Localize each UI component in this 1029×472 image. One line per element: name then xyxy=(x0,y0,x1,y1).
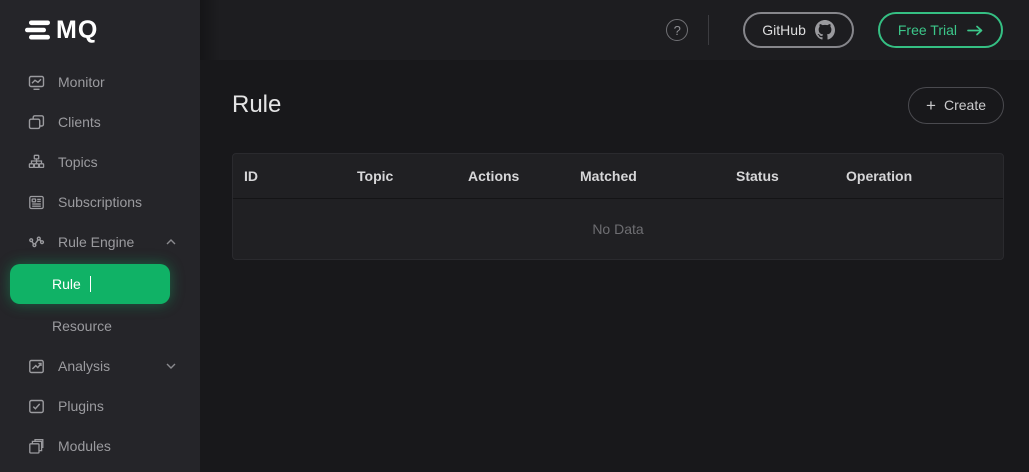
main-content: Rule + Create ID Topic Actions Matched S… xyxy=(200,60,1029,472)
free-trial-label: Free Trial xyxy=(898,22,957,38)
sidebar-item-label: Plugins xyxy=(58,398,104,414)
topbar-divider xyxy=(708,15,709,45)
plus-icon: + xyxy=(926,97,936,114)
topics-icon xyxy=(28,154,45,171)
sidebar-subitem-resource[interactable]: Resource xyxy=(0,306,200,346)
emq-logo[interactable]: MQ xyxy=(0,0,200,60)
table-empty-state: No Data xyxy=(233,199,1003,259)
column-header-operation: Operation xyxy=(835,168,1003,184)
sidebar-item-topics[interactable]: Topics xyxy=(0,142,200,182)
sidebar-item-rule-engine[interactable]: Rule Engine xyxy=(0,222,200,262)
column-header-id: ID xyxy=(233,168,346,184)
arrow-right-icon xyxy=(967,25,983,36)
sidebar-item-label: Analysis xyxy=(58,358,110,374)
github-button-label: GitHub xyxy=(762,22,806,38)
analysis-icon xyxy=(28,358,45,375)
sidebar-item-label: Clients xyxy=(58,114,101,130)
sidebar-item-label: Modules xyxy=(58,438,111,454)
sidebar-item-label: Topics xyxy=(58,154,98,170)
sidebar-item-monitor[interactable]: Monitor xyxy=(0,62,200,102)
subscriptions-icon xyxy=(28,194,45,211)
sidebar-subitem-label: Rule xyxy=(52,276,81,292)
rules-table: ID Topic Actions Matched Status Operatio… xyxy=(232,153,1004,260)
emq-logo-e-icon xyxy=(25,18,51,42)
chevron-down-icon xyxy=(166,363,176,369)
column-header-matched: Matched xyxy=(569,168,725,184)
sidebar-item-label: Monitor xyxy=(58,74,105,90)
column-header-actions: Actions xyxy=(457,168,569,184)
sidebar-item-subscriptions[interactable]: Subscriptions xyxy=(0,182,200,222)
plugins-icon xyxy=(28,398,45,415)
sidebar-subitem-rule-selected[interactable]: Rule xyxy=(10,264,170,304)
sidebar-item-label: Rule Engine xyxy=(58,234,134,250)
free-trial-button[interactable]: Free Trial xyxy=(878,12,1003,48)
sidebar-item-label: Subscriptions xyxy=(58,194,142,210)
github-octocat-icon xyxy=(815,20,835,40)
column-header-status: Status xyxy=(725,168,835,184)
emqx-dashboard: MQ Monitor Clients xyxy=(0,0,1029,472)
text-cursor xyxy=(90,276,92,292)
sidebar-item-plugins[interactable]: Plugins xyxy=(0,386,200,426)
create-button-label: Create xyxy=(944,97,986,113)
chevron-up-icon xyxy=(166,239,176,245)
modules-icon xyxy=(28,438,45,455)
github-button[interactable]: GitHub xyxy=(743,12,854,48)
help-button[interactable]: ? xyxy=(666,19,688,41)
sidebar: MQ Monitor Clients xyxy=(0,0,200,472)
create-button[interactable]: + Create xyxy=(908,87,1004,124)
sidebar-item-clients[interactable]: Clients xyxy=(0,102,200,142)
sidebar-subitem-label: Resource xyxy=(52,318,112,334)
content-header: Rule + Create xyxy=(232,85,1004,125)
column-header-topic: Topic xyxy=(346,168,457,184)
topbar: ? GitHub Free Trial xyxy=(200,0,1029,60)
table-header-row: ID Topic Actions Matched Status Operatio… xyxy=(233,154,1003,199)
page-title: Rule xyxy=(232,91,281,119)
question-mark-icon: ? xyxy=(674,23,681,38)
sidebar-item-modules[interactable]: Modules xyxy=(0,426,200,466)
sidebar-menu: Monitor Clients Topics xyxy=(0,60,200,466)
monitor-icon xyxy=(28,74,45,91)
emq-logo-text: MQ xyxy=(56,16,98,45)
rule-engine-icon xyxy=(28,234,45,251)
sidebar-item-analysis[interactable]: Analysis xyxy=(0,346,200,386)
clients-icon xyxy=(28,114,45,131)
